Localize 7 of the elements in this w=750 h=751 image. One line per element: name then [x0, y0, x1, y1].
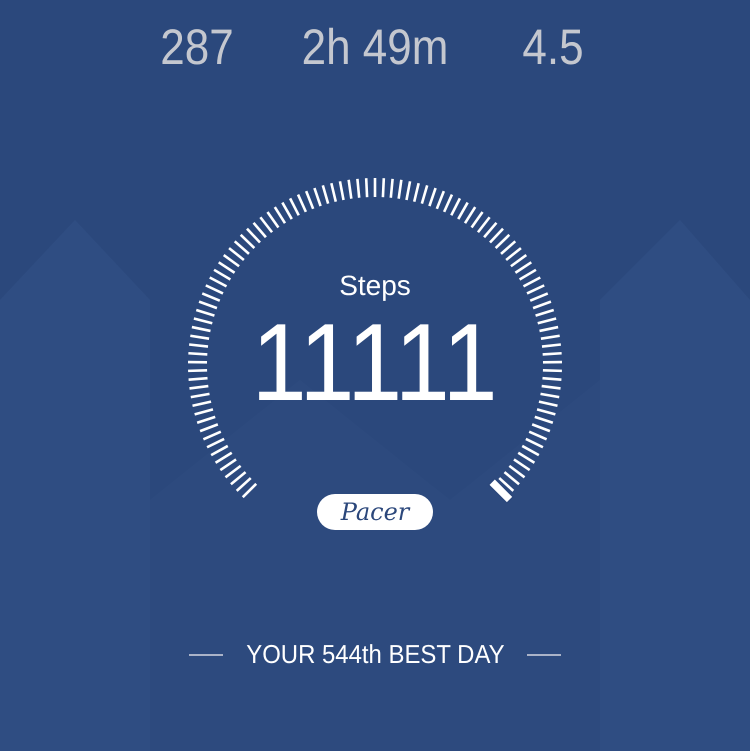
best-day-text: YOUR 544th BEST DAY: [246, 639, 504, 670]
stat-value: 2h 49m: [300, 18, 450, 77]
gauge-label: Steps: [339, 270, 411, 302]
step-count: 11111: [252, 308, 498, 418]
stat-value: 4.5: [521, 18, 585, 77]
pacer-logo: Pacer: [317, 494, 433, 530]
stat-value: 287: [159, 18, 235, 77]
